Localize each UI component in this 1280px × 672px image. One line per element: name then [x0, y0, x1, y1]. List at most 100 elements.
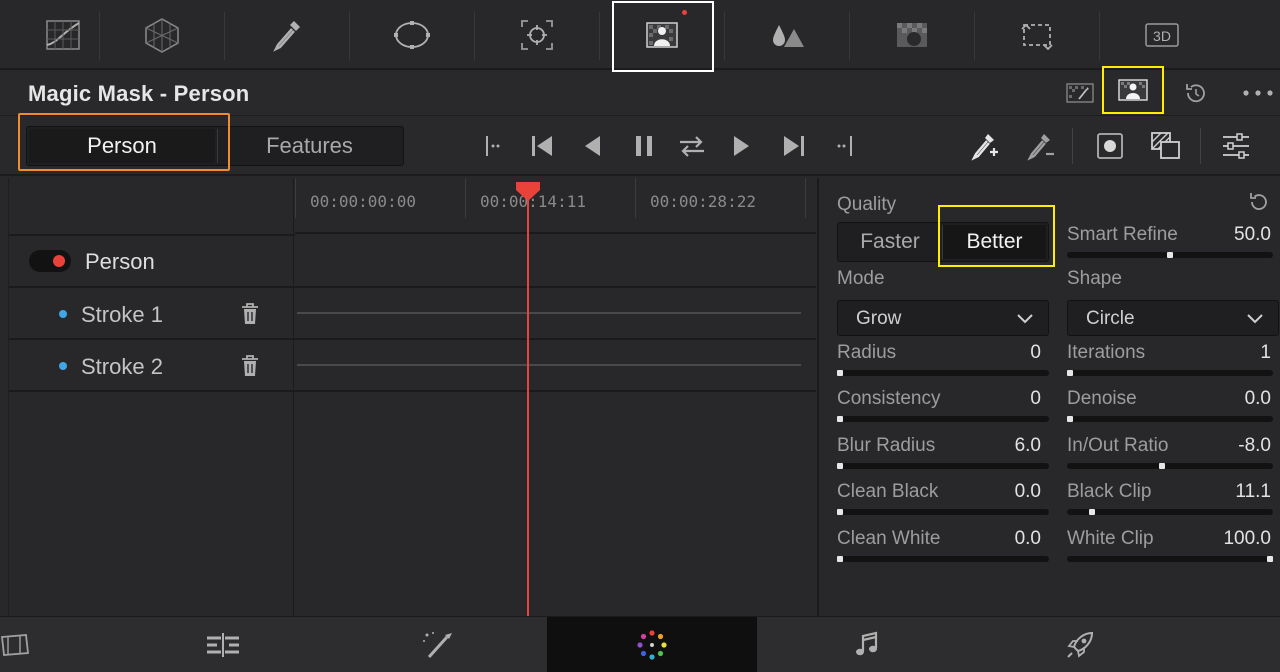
settings-icon[interactable] — [1216, 126, 1256, 166]
mask-toggle-icon[interactable] — [1146, 126, 1186, 166]
fairlight-page-icon[interactable] — [762, 617, 972, 672]
features-mode-button[interactable]: Features — [217, 129, 401, 163]
slider-knob[interactable] — [1067, 416, 1073, 422]
param-value[interactable]: -8.0 — [1189, 435, 1271, 457]
param-value[interactable]: 0.0 — [959, 481, 1041, 503]
slider-knob[interactable] — [1159, 463, 1165, 469]
param-slider[interactable] — [837, 416, 1049, 422]
media-page-icon[interactable] — [0, 617, 120, 672]
show-overlay-icon[interactable] — [1090, 126, 1130, 166]
go-to-end-icon[interactable] — [774, 126, 814, 166]
window-icon[interactable] — [349, 0, 474, 70]
stroke-color-dot — [59, 362, 67, 370]
shape-dropdown[interactable]: Circle — [1067, 300, 1279, 336]
mode-dropdown[interactable]: Grow — [837, 300, 1049, 336]
quality-faster-button[interactable]: Faster — [840, 225, 940, 259]
param-slider[interactable] — [1067, 416, 1273, 422]
qualifier-icon[interactable] — [224, 0, 349, 70]
param-value[interactable]: 6.0 — [959, 435, 1041, 457]
slider-knob[interactable] — [1067, 370, 1073, 376]
reset-icon[interactable] — [1247, 190, 1271, 214]
slider-knob[interactable] — [1267, 556, 1273, 562]
track-both-icon[interactable] — [672, 126, 712, 166]
go-to-start-icon[interactable] — [522, 126, 562, 166]
param-slider[interactable] — [837, 463, 1049, 469]
param-value[interactable]: 0 — [959, 342, 1041, 364]
3d-icon[interactable]: 3D — [1099, 0, 1224, 70]
smart-refine-value[interactable]: 50.0 — [1189, 224, 1271, 246]
slider-knob[interactable] — [837, 370, 843, 376]
param-label: Black Clip — [1067, 481, 1152, 502]
color-warper-icon[interactable] — [99, 0, 224, 70]
mode-label: Mode — [837, 268, 885, 289]
more-options-icon[interactable] — [1240, 76, 1276, 110]
param-value[interactable]: 0.0 — [1189, 388, 1271, 410]
slider-knob[interactable] — [837, 556, 843, 562]
slider-knob[interactable] — [837, 509, 843, 515]
tracker-icon[interactable] — [474, 0, 599, 70]
key-icon[interactable] — [849, 0, 974, 70]
smart-refine-slider[interactable] — [1067, 252, 1273, 258]
person-mode-button[interactable]: Person — [29, 129, 215, 163]
playhead[interactable] — [527, 186, 529, 616]
param-slider[interactable] — [1067, 509, 1273, 515]
stroke-track-bar[interactable] — [297, 364, 801, 366]
stroke-row[interactable]: Stroke 1 — [9, 288, 295, 340]
mode-toggle: Person Features — [26, 126, 404, 166]
blur-icon[interactable] — [724, 0, 849, 70]
param-slider[interactable] — [837, 556, 1049, 562]
param-value[interactable]: 1 — [1189, 342, 1271, 364]
fusion-page-icon[interactable] — [332, 617, 542, 672]
param-label: Clean White — [837, 528, 941, 549]
trash-icon[interactable] — [241, 355, 259, 377]
object-mask-icon[interactable] — [1062, 76, 1098, 110]
jump-to-out-icon[interactable] — [824, 126, 864, 166]
stroke-timeline-row — [295, 288, 816, 340]
ruler-tick — [805, 178, 806, 218]
deliver-page-icon[interactable] — [975, 617, 1185, 672]
timecode-ruler[interactable]: 00:00:00:00 00:00:14:11 00:00:28:22 — [295, 178, 816, 234]
param-slider[interactable] — [1067, 370, 1273, 376]
stroke-track-bar[interactable] — [297, 312, 801, 314]
chevron-down-icon — [1247, 314, 1263, 324]
panel-header: Magic Mask - Person — [0, 66, 1280, 116]
playhead-handle[interactable] — [514, 180, 542, 202]
sizing-icon[interactable] — [974, 0, 1099, 70]
quality-toggle: Faster Better — [837, 222, 1049, 262]
param-value[interactable]: 0 — [959, 388, 1041, 410]
mask-timeline[interactable]: 00:00:00:00 00:00:14:11 00:00:28:22 — [295, 178, 816, 616]
track-reverse-icon[interactable] — [572, 126, 612, 166]
magic-mask-inspector: Quality Faster Better Smart Refine 50.0 … — [817, 178, 1280, 616]
person-enable-toggle[interactable] — [29, 250, 71, 272]
track-forward-icon[interactable] — [722, 126, 762, 166]
slider-knob[interactable] — [837, 416, 843, 422]
edit-page-icon[interactable] — [118, 617, 328, 672]
pause-icon[interactable] — [624, 126, 664, 166]
shape-label: Shape — [1067, 268, 1122, 289]
slider-knob[interactable] — [837, 463, 843, 469]
add-stroke-icon[interactable] — [964, 126, 1004, 166]
remove-stroke-icon[interactable] — [1020, 126, 1060, 166]
param-value[interactable]: 100.0 — [1189, 528, 1271, 550]
quality-better-button[interactable]: Better — [942, 225, 1046, 259]
person-mask-icon[interactable] — [1102, 66, 1164, 114]
param-label: Denoise — [1067, 388, 1137, 409]
mode-value: Grow — [856, 308, 902, 329]
param-slider[interactable] — [1067, 556, 1273, 562]
divider — [1072, 128, 1073, 164]
param-slider[interactable] — [837, 370, 1049, 376]
person-track-row[interactable]: Person — [9, 236, 295, 288]
slider-knob[interactable] — [1167, 252, 1173, 258]
3d-label: 3D — [1153, 28, 1171, 44]
jump-to-in-icon[interactable] — [474, 126, 514, 166]
color-page-icon[interactable] — [547, 617, 757, 672]
reset-icon[interactable] — [1178, 76, 1214, 110]
trash-icon[interactable] — [241, 303, 259, 325]
slider-knob[interactable] — [1089, 509, 1095, 515]
param-slider[interactable] — [837, 509, 1049, 515]
param-value[interactable]: 11.1 — [1189, 481, 1271, 503]
stroke-row[interactable]: Stroke 2 — [9, 340, 295, 392]
mask-toolbar: Person Features — [0, 113, 1280, 176]
param-slider[interactable] — [1067, 463, 1273, 469]
param-value[interactable]: 0.0 — [959, 528, 1041, 550]
